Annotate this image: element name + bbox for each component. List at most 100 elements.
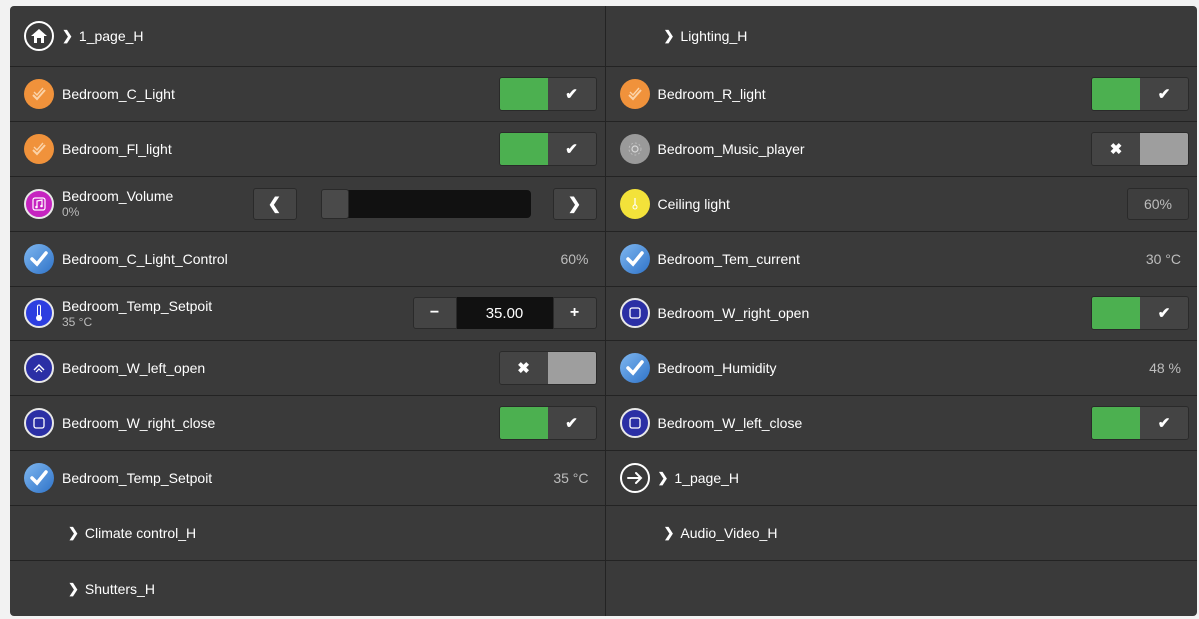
chevron-right-icon: ❯ <box>663 525 675 541</box>
value-row-c-light-control: Bedroom_C_Light_Control 60% <box>10 232 605 287</box>
switch-row-bedroom-fl-light: Bedroom_Fl_light ✔ <box>10 122 605 177</box>
device-label: Bedroom_W_right_open <box>657 305 810 322</box>
left-column: ❯ 1_page_H Bedroom_C_Light ✔ Bedroom_Fl_l… <box>10 6 605 616</box>
device-label: Bedroom_Fl_light <box>62 140 172 157</box>
bulb-icon <box>619 188 650 219</box>
chevron-right-icon: ❯ <box>663 27 675 43</box>
decrease-button[interactable]: ❮ <box>252 187 297 220</box>
toggle-switch-on[interactable]: ✔ <box>498 131 597 166</box>
music-note-icon <box>24 188 54 219</box>
device-label: Bedroom_C_Light <box>62 85 175 102</box>
dashboard-panel: ❯ 1_page_H Bedroom_C_Light ✔ Bedroom_Fl_l… <box>10 6 1197 616</box>
toggle-switch-on[interactable]: ✔ <box>498 406 597 441</box>
switch-row-music-player: Bedroom_Music_player ✖ <box>605 122 1197 177</box>
minus-button[interactable]: − <box>412 297 457 330</box>
light-bulb-icon <box>24 133 54 164</box>
device-value: 48 % <box>1149 360 1181 377</box>
check-icon: ✔ <box>1140 407 1188 440</box>
value-row-temp-setpoit: Bedroom_Temp_Setpoit 35 °C <box>10 451 605 507</box>
chevron-right-icon: ❯ <box>68 525 79 541</box>
stepper-value[interactable]: 35.00 <box>456 297 553 330</box>
checkmark-icon <box>24 463 54 494</box>
device-label: Ceiling light <box>657 195 730 212</box>
check-icon: ✔ <box>547 407 596 440</box>
right-column: ❯ Lighting_H Bedroom_R_light ✔ Bedroom_Mu… <box>604 6 1198 616</box>
switch-row-w-left-close: Bedroom_W_left_close ✔ <box>605 396 1197 452</box>
value-row-tem-current: Bedroom_Tem_current 30 °C <box>605 232 1197 287</box>
device-label: Bedroom_W_right_close <box>62 415 216 432</box>
device-label: Bedroom_Volume <box>62 188 174 205</box>
device-label: Bedroom_Humidity <box>657 360 777 377</box>
dimmer-value-button[interactable]: 60% <box>1127 187 1189 220</box>
device-value: 30 °C <box>1145 250 1181 267</box>
stepper-row-temp-setpoint: Bedroom_Temp_Setpoit 35 °C − 35.00 + <box>10 287 605 342</box>
switch-row-bedroom-c-light: Bedroom_C_Light ✔ <box>10 67 605 122</box>
nav-row-climate-control[interactable]: ❯ Climate control_H <box>10 506 605 562</box>
check-icon: ✔ <box>547 132 596 165</box>
temperature-stepper[interactable]: − 35.00 + <box>412 297 597 330</box>
slider-row-bedroom-volume: Bedroom_Volume 0% ❮ ❯ <box>10 177 605 232</box>
toggle-switch-on[interactable]: ✔ <box>1091 76 1189 111</box>
device-label: Bedroom_Temp_Setpoit <box>62 470 213 487</box>
device-label: Bedroom_C_Light_Control <box>62 250 228 267</box>
device-label: Bedroom_W_left_close <box>657 415 803 432</box>
toggle-switch-on[interactable]: ✔ <box>498 76 597 111</box>
nav-label[interactable]: Audio_Video_H <box>680 525 777 541</box>
toggle-switch-on[interactable]: ✔ <box>1091 296 1189 331</box>
nav-row-back-1-page[interactable]: ❯ 1_page_H <box>605 451 1197 507</box>
increase-button[interactable]: ❯ <box>552 187 597 220</box>
nav-label[interactable]: Lighting_H <box>680 28 747 44</box>
toggle-switch-on[interactable]: ✔ <box>1091 406 1189 441</box>
arrow-right-icon[interactable] <box>619 463 650 494</box>
checkmark-icon <box>619 243 650 274</box>
chevron-up-icon <box>24 353 54 384</box>
cross-icon: ✖ <box>499 352 548 385</box>
nav-row-1-page[interactable]: ❯ 1_page_H <box>10 6 605 67</box>
switch-row-w-left-open: Bedroom_W_left_open ✖ <box>10 341 605 397</box>
device-label: Bedroom_Tem_current <box>657 250 800 267</box>
nav-label[interactable]: Shutters_H <box>85 581 155 597</box>
volume-slider[interactable] <box>320 188 531 219</box>
cross-icon: ✖ <box>1092 132 1140 165</box>
checkmark-icon <box>619 353 650 384</box>
chevron-right-icon: ❯ <box>62 27 73 43</box>
nav-label[interactable]: 1_page_H <box>674 470 739 486</box>
switch-row-bedroom-r-light: Bedroom_R_light ✔ <box>605 67 1197 122</box>
toggle-switch-off[interactable]: ✖ <box>1091 131 1189 166</box>
chevron-right-icon: ❯ <box>657 470 669 486</box>
slider-handle[interactable] <box>320 188 349 219</box>
device-value: 60% <box>560 250 589 267</box>
square-icon <box>619 408 650 439</box>
check-icon: ✔ <box>547 77 596 110</box>
square-icon <box>24 408 54 439</box>
check-icon: ✔ <box>1140 297 1188 330</box>
light-bulb-icon <box>24 78 54 109</box>
nav-label[interactable]: 1_page_H <box>79 28 144 44</box>
nav-label[interactable]: Climate control_H <box>85 525 196 541</box>
device-sub-value: 35 °C <box>62 314 93 329</box>
device-label: Bedroom_W_left_open <box>62 360 206 377</box>
thermometer-icon <box>24 298 54 329</box>
nav-row-audio-video[interactable]: ❯ Audio_Video_H <box>605 506 1197 562</box>
light-bulb-icon <box>619 78 650 109</box>
switch-row-w-right-close: Bedroom_W_right_close ✔ <box>10 396 605 452</box>
home-icon[interactable] <box>24 20 54 51</box>
device-label: Bedroom_R_light <box>657 85 766 102</box>
check-icon: ✔ <box>1140 77 1188 110</box>
square-icon <box>619 298 650 329</box>
device-value: 35 °C <box>553 470 589 487</box>
chevron-right-icon: ❯ <box>68 580 79 596</box>
device-sub-value: 0% <box>62 205 80 220</box>
value-row-ceiling-light: Ceiling light 60% <box>605 177 1197 232</box>
empty-row <box>606 561 1198 616</box>
nav-row-shutters[interactable]: ❯ Shutters_H <box>10 561 605 616</box>
device-label: Bedroom_Temp_Setpoit <box>62 297 213 314</box>
plus-button[interactable]: + <box>552 297 597 330</box>
toggle-switch-off[interactable]: ✖ <box>498 351 597 386</box>
checkmark-icon <box>24 243 54 274</box>
switch-row-w-right-open: Bedroom_W_right_open ✔ <box>605 287 1197 342</box>
value-row-humidity: Bedroom_Humidity 48 % <box>605 341 1197 397</box>
speaker-icon <box>619 133 650 164</box>
nav-row-lighting[interactable]: ❯ Lighting_H <box>605 6 1197 67</box>
device-label: Bedroom_Music_player <box>657 140 805 157</box>
